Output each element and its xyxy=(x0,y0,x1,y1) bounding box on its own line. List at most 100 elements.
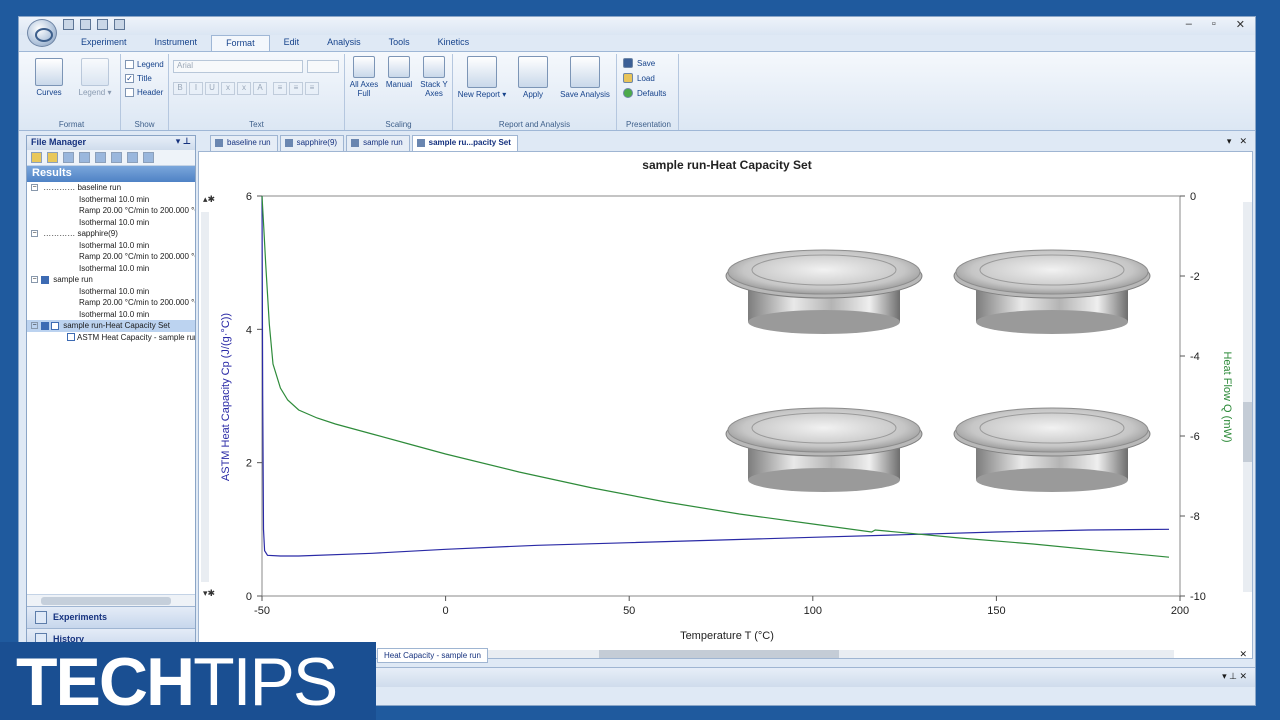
dsc-pan-image xyxy=(725,407,923,492)
pin-icon[interactable]: ▾ ⊥ ✕ xyxy=(1222,671,1247,682)
tab-format[interactable]: Format xyxy=(211,35,270,51)
tree-node[interactable]: − sample run-Heat Capacity Set xyxy=(27,320,195,332)
tab-tools[interactable]: Tools xyxy=(375,35,424,51)
align-right-button[interactable]: ≡ xyxy=(305,82,319,95)
tab-analysis[interactable]: Analysis xyxy=(313,35,375,51)
dsc-pan-image xyxy=(953,407,1151,492)
apply-button[interactable]: Apply xyxy=(515,56,551,99)
tree-node[interactable]: Isothermal 10.0 min xyxy=(27,240,195,252)
right-scrollbar-thumb[interactable] xyxy=(1243,402,1252,462)
title-bar: – ▫ ✕ xyxy=(19,17,1255,35)
load-presentation-button[interactable]: Load xyxy=(623,73,655,83)
doc-tab-baseline-run[interactable]: baseline run xyxy=(210,135,278,151)
underline-button[interactable]: U xyxy=(205,82,219,95)
font-family-select[interactable]: Arial xyxy=(173,60,303,73)
chevron-down-icon[interactable]: ▾ xyxy=(1227,136,1232,147)
tree-node-label: Ramp 20.00 °C/min to 200.000 °C xyxy=(79,298,195,307)
group-label-presentation: Presentation xyxy=(626,120,671,129)
text-group: Arial B I U x x A ≡ ≡ ≡ Text xyxy=(169,54,345,130)
doc-tab-sample-run[interactable]: sample run xyxy=(346,135,410,151)
window-icon[interactable] xyxy=(63,152,74,163)
restore-icon[interactable]: ▫ xyxy=(1212,18,1216,31)
title-checkbox[interactable]: ✓ Title xyxy=(125,74,152,83)
checkbox-box xyxy=(125,60,134,69)
report-icon xyxy=(467,56,497,88)
bottom-tab-heat-capacity[interactable]: Heat Capacity - sample run xyxy=(377,648,488,663)
minimize-icon[interactable]: – xyxy=(1186,18,1192,31)
font-size-select[interactable] xyxy=(307,60,339,73)
tree-node[interactable]: Isothermal 10.0 min xyxy=(27,309,195,321)
close-icon[interactable]: ✕ xyxy=(1239,649,1247,660)
save-presentation-button[interactable]: Save xyxy=(623,58,655,68)
tree-node[interactable]: − ………… sapphire(9) xyxy=(27,228,195,240)
tree-node[interactable]: Isothermal 10.0 min xyxy=(27,217,195,229)
curves-icon xyxy=(35,58,63,86)
application-menu-button[interactable] xyxy=(27,19,57,47)
scroll-down-icon[interactable]: ▾✱ xyxy=(203,588,215,598)
font-color-button[interactable]: A xyxy=(253,82,267,95)
apply-label: Apply xyxy=(522,90,543,99)
stack-y-axes-button[interactable]: Stack Y Axes xyxy=(417,56,451,98)
experiments-nav-button[interactable]: Experiments xyxy=(27,606,195,628)
close-icon[interactable]: ✕ xyxy=(1236,18,1245,31)
collapse-icon[interactable]: − xyxy=(31,322,38,330)
superscript-button[interactable]: x xyxy=(237,82,251,95)
collapse-icon[interactable]: − xyxy=(31,184,38,192)
image-icon[interactable] xyxy=(111,152,122,163)
print-icon[interactable] xyxy=(127,152,138,163)
image-icon[interactable] xyxy=(79,152,90,163)
legend-dropdown[interactable]: Legend ▾ xyxy=(73,58,117,97)
collapse-icon[interactable]: − xyxy=(31,230,38,238)
tree-node[interactable]: Isothermal 10.0 min xyxy=(27,286,195,298)
italic-button[interactable]: I xyxy=(189,82,203,95)
tree-node[interactable]: Ramp 20.00 °C/min to 200.000 °C xyxy=(27,205,195,217)
new-report-button[interactable]: New Report ▾ xyxy=(455,56,509,99)
collapse-icon[interactable]: − xyxy=(31,276,38,284)
tab-kinetics[interactable]: Kinetics xyxy=(424,35,484,51)
scroll-up-icon[interactable]: ▴✱ xyxy=(203,194,215,204)
stop-icon[interactable] xyxy=(114,19,125,30)
align-center-button[interactable]: ≡ xyxy=(289,82,303,95)
tech-tips-banner: TECHTIPS xyxy=(0,642,376,720)
manual-label: Manual xyxy=(385,80,413,89)
tab-experiment[interactable]: Experiment xyxy=(67,35,141,51)
defaults-button[interactable]: Defaults xyxy=(623,88,666,98)
tree-node[interactable]: ASTM Heat Capacity - sample run xyxy=(27,332,195,344)
horizontal-scrollbar[interactable] xyxy=(27,594,195,606)
close-icon[interactable]: ✕ xyxy=(1239,136,1247,147)
tab-edit[interactable]: Edit xyxy=(270,35,314,51)
heat-capacity-chart[interactable]: sample run-Heat Capacity Set -50 0 50 100 15… xyxy=(199,152,1254,660)
doc-tab-heat-capacity-set[interactable]: sample ru...pacity Set xyxy=(411,135,518,151)
plot-pane[interactable]: sample run-Heat Capacity Set -50 0 50 100 15… xyxy=(198,151,1253,659)
open-folder-icon[interactable] xyxy=(31,152,42,163)
undo-icon[interactable] xyxy=(80,19,91,30)
manual-scaling-button[interactable]: Manual xyxy=(383,56,415,89)
export-icon[interactable] xyxy=(143,152,154,163)
subscript-button[interactable]: x xyxy=(221,82,235,95)
tree-node[interactable]: Ramp 20.00 °C/min to 200.000 °C xyxy=(27,251,195,263)
curves-button[interactable]: Curves xyxy=(29,58,69,97)
doc-tab-sapphire[interactable]: sapphire(9) xyxy=(279,135,345,151)
plot-hscroll-thumb[interactable] xyxy=(599,650,839,658)
tree-node[interactable]: Isothermal 10.0 min xyxy=(27,263,195,275)
save-icon[interactable] xyxy=(63,19,74,30)
folder-icon[interactable] xyxy=(47,152,58,163)
pan-lid xyxy=(727,407,921,453)
image-icon[interactable] xyxy=(95,152,106,163)
bold-button[interactable]: B xyxy=(173,82,187,95)
vertical-scrollbar[interactable] xyxy=(201,212,209,582)
tree-node[interactable]: − ………… baseline run xyxy=(27,182,195,194)
tree-node[interactable]: Ramp 20.00 °C/min to 200.000 °C xyxy=(27,297,195,309)
all-axes-full-button[interactable]: All Axes Full xyxy=(347,56,381,98)
legend-checkbox[interactable]: Legend xyxy=(125,60,164,69)
scrollbar-thumb[interactable] xyxy=(41,597,171,605)
right-scrollbar[interactable] xyxy=(1243,202,1252,592)
pin-icon[interactable]: ▾ ⊥ xyxy=(176,136,191,147)
header-checkbox[interactable]: Header xyxy=(125,88,163,97)
save-analysis-button[interactable]: Save Analysis xyxy=(557,56,613,99)
tree-node[interactable]: Isothermal 10.0 min xyxy=(27,194,195,206)
align-left-button[interactable]: ≡ xyxy=(273,82,287,95)
tree-node[interactable]: − sample run xyxy=(27,274,195,286)
tab-instrument[interactable]: Instrument xyxy=(141,35,212,51)
play-icon[interactable] xyxy=(97,19,108,30)
